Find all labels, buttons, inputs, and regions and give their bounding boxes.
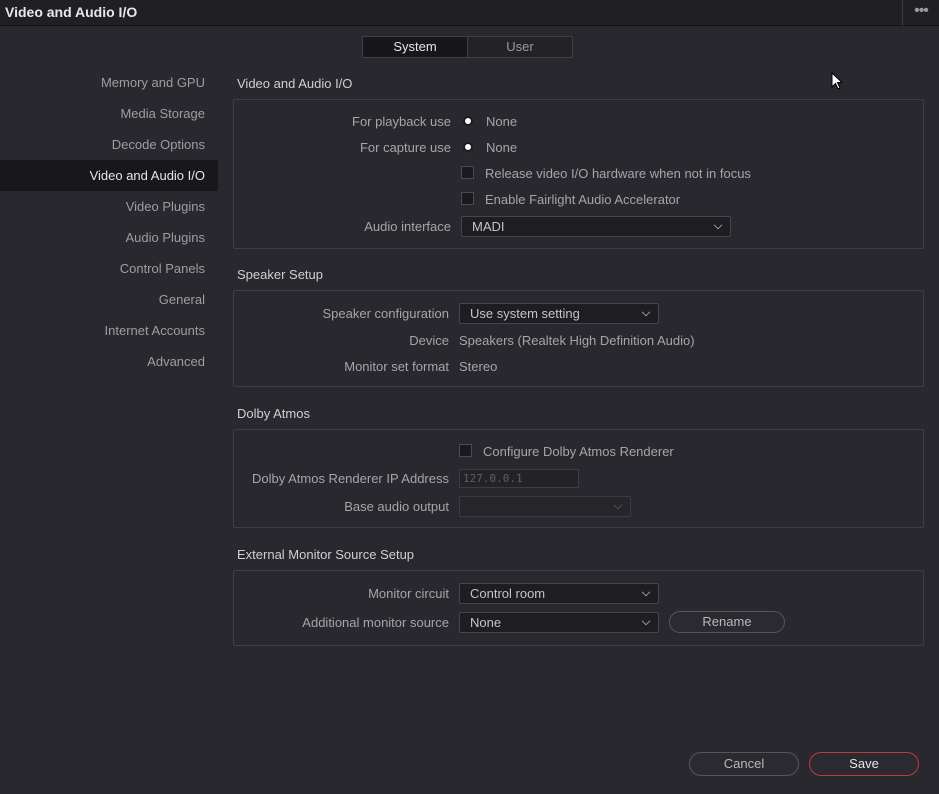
speaker-config-label: Speaker configuration	[322, 306, 449, 321]
section-title-external-monitor: External Monitor Source Setup	[237, 547, 415, 562]
audio-interface-value: MADI	[472, 219, 505, 234]
section-title-dolby-atmos: Dolby Atmos	[237, 406, 310, 421]
rename-button[interactable]: Rename	[669, 611, 785, 633]
sidebar: Memory and GPU Media Storage Decode Opti…	[0, 67, 218, 377]
section-title-speaker-setup: Speaker Setup	[237, 267, 324, 282]
configure-dolby-label: Configure Dolby Atmos Renderer	[483, 444, 674, 459]
sidebar-item-advanced[interactable]: Advanced	[0, 346, 218, 377]
capture-value: None	[486, 140, 518, 155]
audio-interface-label: Audio interface	[364, 219, 451, 234]
chevron-down-icon	[613, 500, 623, 510]
playback-value: None	[486, 114, 518, 129]
speaker-config-value: Use system setting	[470, 306, 580, 321]
scope-toggle: System User	[362, 36, 573, 58]
configure-dolby-checkbox[interactable]	[459, 444, 472, 457]
capture-label: For capture use	[359, 140, 451, 155]
sidebar-item-video-plugins[interactable]: Video Plugins	[0, 191, 218, 222]
ellipsis-icon[interactable]: •••	[909, 2, 933, 22]
cancel-button[interactable]: Cancel	[689, 752, 799, 776]
section-title-video-audio-io: Video and Audio I/O	[237, 76, 353, 91]
title-divider	[902, 0, 903, 26]
additional-source-value: None	[470, 615, 502, 630]
chevron-down-icon	[641, 616, 651, 626]
monitor-circuit-label: Monitor circuit	[368, 586, 449, 601]
release-hardware-label: Release video I/O hardware when not in f…	[485, 166, 751, 181]
dolby-ip-field[interactable]: 127.0.0.1	[459, 469, 579, 488]
additional-source-label: Additional monitor source	[302, 615, 449, 630]
fairlight-accelerator-label: Enable Fairlight Audio Accelerator	[485, 192, 681, 207]
window-title: Video and Audio I/O	[5, 4, 138, 20]
chevron-down-icon	[713, 220, 723, 230]
sidebar-item-decode-options[interactable]: Decode Options	[0, 129, 218, 160]
sidebar-item-internet-accounts[interactable]: Internet Accounts	[0, 315, 218, 346]
release-hardware-checkbox[interactable]	[461, 166, 474, 179]
base-output-label: Base audio output	[344, 499, 449, 514]
device-value: Speakers (Realtek High Definition Audio)	[459, 333, 695, 348]
external-monitor-panel	[233, 570, 924, 646]
monitor-format-label: Monitor set format	[344, 359, 449, 374]
chevron-down-icon	[641, 587, 651, 597]
sidebar-item-video-audio-io[interactable]: Video and Audio I/O	[0, 160, 218, 191]
playback-radio[interactable]	[462, 115, 474, 127]
sidebar-item-memory-gpu[interactable]: Memory and GPU	[0, 67, 218, 98]
capture-radio[interactable]	[462, 141, 474, 153]
speaker-config-dropdown[interactable]: Use system setting	[459, 303, 659, 324]
dolby-ip-label: Dolby Atmos Renderer IP Address	[251, 471, 449, 486]
sidebar-item-media-storage[interactable]: Media Storage	[0, 98, 218, 129]
title-bar: Video and Audio I/O •••	[0, 0, 939, 26]
chevron-down-icon	[641, 307, 651, 317]
sidebar-item-general[interactable]: General	[0, 284, 218, 315]
device-label: Device	[409, 333, 449, 348]
monitor-circuit-dropdown[interactable]: Control room	[459, 583, 659, 604]
save-button[interactable]: Save	[809, 752, 919, 776]
tab-system[interactable]: System	[363, 37, 468, 57]
monitor-circuit-value: Control room	[470, 586, 546, 601]
monitor-format-value: Stereo	[459, 359, 498, 374]
base-output-dropdown[interactable]	[459, 496, 631, 517]
audio-interface-dropdown[interactable]: MADI	[461, 216, 731, 237]
additional-source-dropdown[interactable]: None	[459, 612, 659, 633]
playback-label: For playback use	[352, 114, 451, 129]
sidebar-item-audio-plugins[interactable]: Audio Plugins	[0, 222, 218, 253]
mouse-cursor-icon	[831, 72, 843, 90]
tab-user[interactable]: User	[468, 37, 572, 57]
fairlight-accelerator-checkbox[interactable]	[461, 192, 474, 205]
sidebar-item-control-panels[interactable]: Control Panels	[0, 253, 218, 284]
